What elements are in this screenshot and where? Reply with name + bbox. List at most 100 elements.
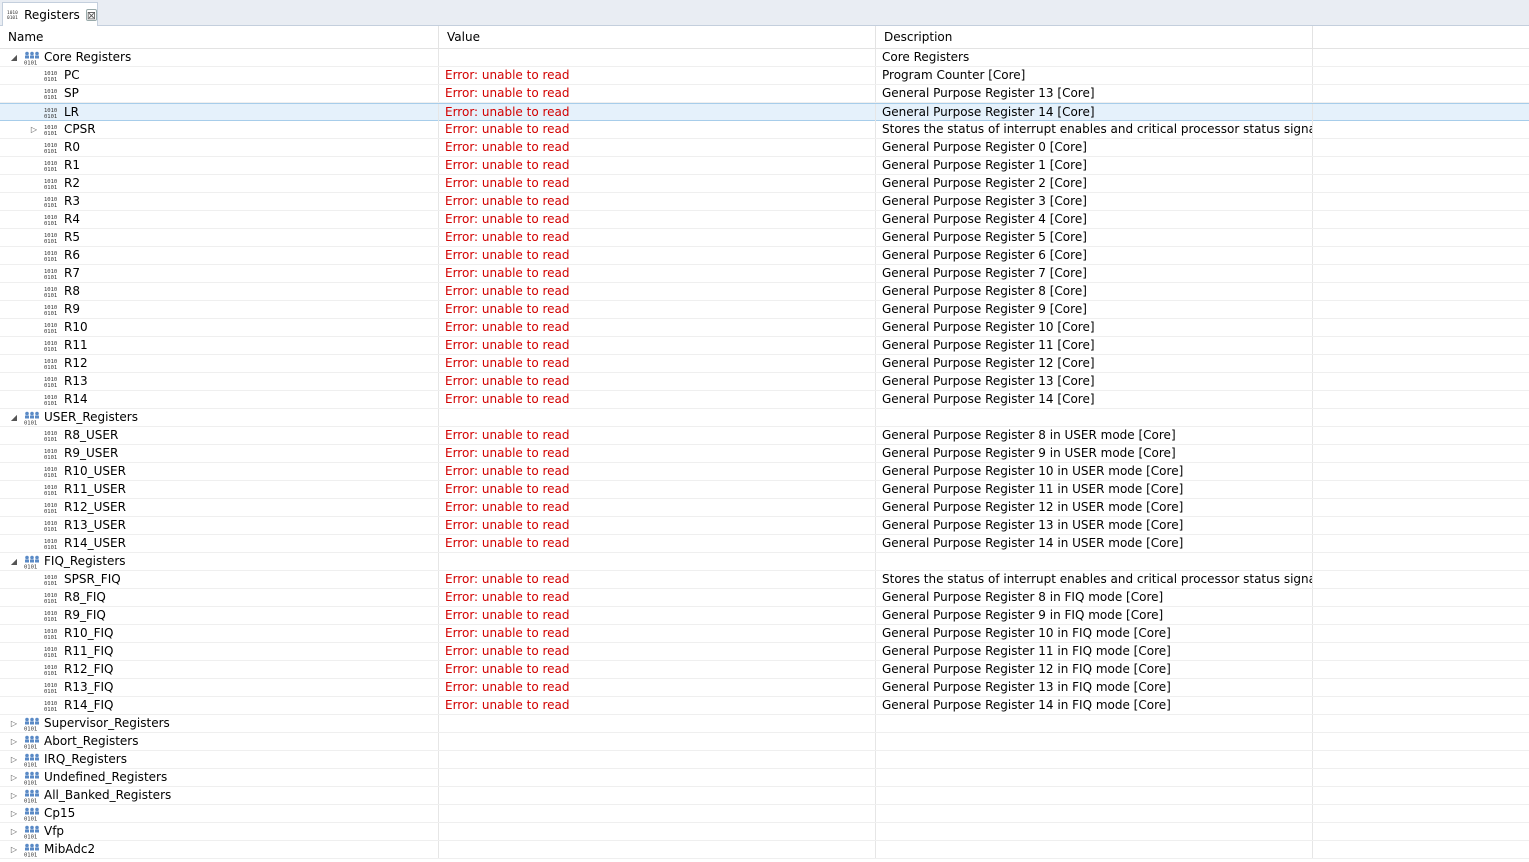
register-row[interactable]: 1010 0101 SPSR_FIQ Error: unable to read Sto… [0, 571, 1529, 589]
register-row[interactable]: 1010 0101 R6 Error: unable to read General P… [0, 247, 1529, 265]
expand-arrow-icon[interactable]: ▷ [8, 751, 20, 768]
register-group-row[interactable]: ▷ 0101 Vfp [0, 823, 1529, 841]
value-cell[interactable]: Error: unable to read [439, 193, 876, 210]
register-row[interactable]: 1010 0101 R10_FIQ Error: unable to read Gene… [0, 625, 1529, 643]
value-cell[interactable]: Error: unable to read [439, 67, 876, 84]
value-cell[interactable]: Error: unable to read [439, 697, 876, 714]
close-icon[interactable]: ⊠ [85, 8, 97, 21]
value-cell[interactable]: Error: unable to read [439, 391, 876, 408]
value-cell[interactable]: Error: unable to read [439, 157, 876, 174]
column-header-description[interactable]: Description [876, 26, 1313, 48]
register-row[interactable]: 1010 0101 LR Error: unable to read General P… [0, 103, 1529, 121]
value-cell[interactable]: Error: unable to read [439, 679, 876, 696]
column-header-name[interactable]: Name [0, 26, 439, 48]
tab-registers[interactable]: 1010 0101 Registers ⊠ [2, 2, 98, 26]
expand-arrow-icon[interactable]: ▷ [8, 769, 20, 786]
value-cell[interactable]: Error: unable to read [439, 121, 876, 138]
register-group-row[interactable]: ▷ 0101 MibAdc2 [0, 841, 1529, 859]
register-group-row[interactable]: ◢ 0101 FIQ_Registers [0, 553, 1529, 571]
column-header-value[interactable]: Value [439, 26, 876, 48]
value-cell[interactable]: Error: unable to read [439, 301, 876, 318]
value-cell[interactable] [439, 805, 876, 822]
register-group-row[interactable]: ▷ 0101 Cp15 [0, 805, 1529, 823]
value-cell[interactable] [439, 553, 876, 570]
value-cell[interactable]: Error: unable to read [439, 337, 876, 354]
value-cell[interactable] [439, 823, 876, 840]
value-cell[interactable]: Error: unable to read [439, 625, 876, 642]
value-cell[interactable]: Error: unable to read [439, 104, 876, 121]
register-row[interactable]: 1010 0101 R3 Error: unable to read General P… [0, 193, 1529, 211]
register-row[interactable]: 1010 0101 R4 Error: unable to read General P… [0, 211, 1529, 229]
register-row[interactable]: 1010 0101 R5 Error: unable to read General P… [0, 229, 1529, 247]
collapse-arrow-icon[interactable]: ◢ [8, 409, 20, 426]
expand-arrow-icon[interactable]: ▷ [8, 715, 20, 732]
value-cell[interactable]: Error: unable to read [439, 481, 876, 498]
collapse-arrow-icon[interactable]: ◢ [8, 553, 20, 570]
register-row[interactable]: 1010 0101 R2 Error: unable to read General P… [0, 175, 1529, 193]
value-cell[interactable]: Error: unable to read [439, 499, 876, 516]
register-row[interactable]: 1010 0101 R12 Error: unable to read General … [0, 355, 1529, 373]
register-row[interactable]: 1010 0101 R1 Error: unable to read General P… [0, 157, 1529, 175]
register-group-row[interactable]: ▷ 0101 Abort_Registers [0, 733, 1529, 751]
value-cell[interactable] [439, 751, 876, 768]
expand-arrow-icon[interactable]: ▷ [8, 823, 20, 840]
expand-arrow-icon[interactable]: ▷ [8, 787, 20, 804]
value-cell[interactable]: Error: unable to read [439, 211, 876, 228]
value-cell[interactable]: Error: unable to read [439, 607, 876, 624]
register-row[interactable]: 1010 0101 R11 Error: unable to read General … [0, 337, 1529, 355]
register-row[interactable]: 1010 0101 R8_USER Error: unable to read Gene… [0, 427, 1529, 445]
value-cell[interactable]: Error: unable to read [439, 319, 876, 336]
value-cell[interactable]: Error: unable to read [439, 175, 876, 192]
value-cell[interactable]: Error: unable to read [439, 661, 876, 678]
register-row[interactable]: 1010 0101 PC Error: unable to read Program C… [0, 67, 1529, 85]
register-group-row[interactable]: ▷ 0101 Supervisor_Registers [0, 715, 1529, 733]
value-cell[interactable]: Error: unable to read [439, 643, 876, 660]
value-cell[interactable] [439, 733, 876, 750]
value-cell[interactable]: Error: unable to read [439, 283, 876, 300]
register-row[interactable]: 1010 0101 R8 Error: unable to read General P… [0, 283, 1529, 301]
value-cell[interactable]: Error: unable to read [439, 535, 876, 552]
expand-arrow-icon[interactable]: ▷ [28, 121, 40, 138]
register-row[interactable]: ▷ 1010 0101 CPSR Error: unable to read Stores… [0, 121, 1529, 139]
value-cell[interactable]: Error: unable to read [439, 427, 876, 444]
register-group-row[interactable]: ▷ 0101 IRQ_Registers [0, 751, 1529, 769]
value-cell[interactable] [439, 841, 876, 858]
value-cell[interactable]: Error: unable to read [439, 373, 876, 390]
value-cell[interactable]: Error: unable to read [439, 463, 876, 480]
value-cell[interactable]: Error: unable to read [439, 247, 876, 264]
value-cell[interactable] [439, 715, 876, 732]
register-group-row[interactable]: ▷ 0101 All_Banked_Registers [0, 787, 1529, 805]
value-cell[interactable]: Error: unable to read [439, 355, 876, 372]
value-cell[interactable] [439, 49, 876, 66]
value-cell[interactable] [439, 787, 876, 804]
register-row[interactable]: 1010 0101 R9 Error: unable to read General P… [0, 301, 1529, 319]
register-row[interactable]: 1010 0101 R8_FIQ Error: unable to read Gener… [0, 589, 1529, 607]
register-row[interactable]: 1010 0101 R13_USER Error: unable to read Gen… [0, 517, 1529, 535]
register-row[interactable]: 1010 0101 R14 Error: unable to read General … [0, 391, 1529, 409]
expand-arrow-icon[interactable]: ▷ [8, 733, 20, 750]
value-cell[interactable]: Error: unable to read [439, 85, 876, 102]
value-cell[interactable]: Error: unable to read [439, 445, 876, 462]
register-row[interactable]: 1010 0101 R13_FIQ Error: unable to read Gene… [0, 679, 1529, 697]
register-row[interactable]: 1010 0101 R9_FIQ Error: unable to read Gener… [0, 607, 1529, 625]
expand-arrow-icon[interactable]: ▷ [8, 841, 20, 858]
register-row[interactable]: 1010 0101 R11_USER Error: unable to read Gen… [0, 481, 1529, 499]
value-cell[interactable]: Error: unable to read [439, 265, 876, 282]
register-row[interactable]: 1010 0101 R11_FIQ Error: unable to read Gene… [0, 643, 1529, 661]
register-row[interactable]: 1010 0101 R14_USER Error: unable to read Gen… [0, 535, 1529, 553]
value-cell[interactable] [439, 769, 876, 786]
value-cell[interactable]: Error: unable to read [439, 139, 876, 156]
register-group-row[interactable]: ▷ 0101 Undefined_Registers [0, 769, 1529, 787]
register-group-row[interactable]: ◢ 0101 Core Registers Core Registers [0, 49, 1529, 67]
value-cell[interactable] [439, 409, 876, 426]
expand-arrow-icon[interactable]: ▷ [8, 805, 20, 822]
register-row[interactable]: 1010 0101 R0 Error: unable to read General P… [0, 139, 1529, 157]
register-row[interactable]: 1010 0101 R14_FIQ Error: unable to read Gene… [0, 697, 1529, 715]
register-group-row[interactable]: ◢ 0101 USER_Registers [0, 409, 1529, 427]
register-row[interactable]: 1010 0101 R12_FIQ Error: unable to read Gene… [0, 661, 1529, 679]
collapse-arrow-icon[interactable]: ◢ [8, 49, 20, 66]
register-row[interactable]: 1010 0101 R10 Error: unable to read General … [0, 319, 1529, 337]
value-cell[interactable]: Error: unable to read [439, 517, 876, 534]
register-row[interactable]: 1010 0101 R10_USER Error: unable to read Gen… [0, 463, 1529, 481]
register-row[interactable]: 1010 0101 R13 Error: unable to read General … [0, 373, 1529, 391]
